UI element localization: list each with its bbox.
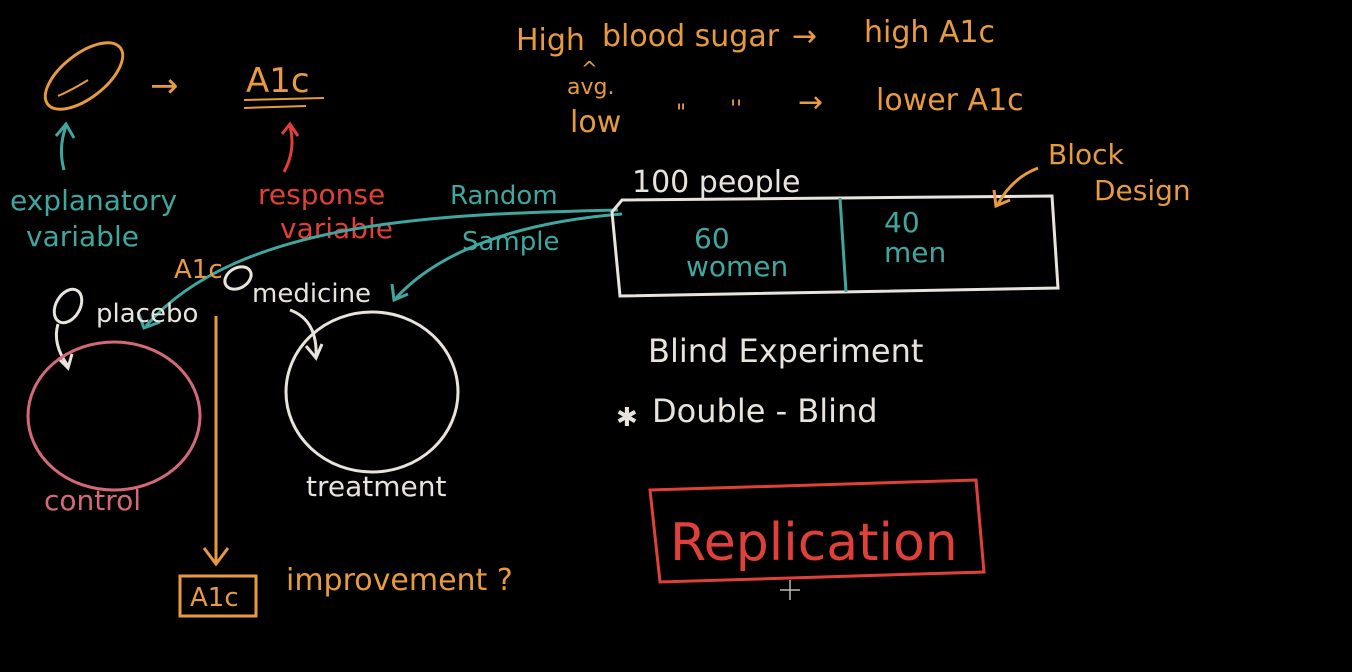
top-notes: High ^ blood sugar → high A1c avg. low "… [516, 15, 1024, 140]
explanatory-label-line2: variable [26, 220, 139, 253]
block-label-line1: Block [1048, 138, 1125, 171]
note-blood-sugar: blood sugar [602, 19, 780, 54]
control-label: control [44, 484, 141, 517]
random-label: Random [450, 181, 558, 211]
replication-label: Replication [670, 513, 958, 573]
a1c-top-label: A1c [174, 255, 223, 285]
double-blind-star: ✱ [616, 403, 638, 433]
experiment-diagram: A1c placebo medicine control treatment A… [26, 255, 513, 618]
cursor-crosshair-icon [780, 580, 800, 600]
blind-experiment-label: Blind Experiment [648, 332, 923, 370]
treatment-label: treatment [306, 470, 446, 503]
block-box [610, 194, 1060, 298]
double-blind-label: Double - Blind [652, 392, 878, 430]
response-label-line2: variable [280, 212, 393, 245]
note-low: low [570, 105, 621, 140]
note-arrow-2: → [798, 85, 823, 120]
block-divider [838, 197, 848, 293]
medicine-label: medicine [252, 279, 371, 309]
block-label-line2: Design [1094, 174, 1191, 207]
block-design: 100 people 60 women 40 men Block Design [610, 138, 1191, 298]
pill-icon [43, 41, 125, 111]
a1c-bottom-label: A1c [190, 583, 239, 613]
people-label: 100 people [632, 165, 801, 200]
explanatory-arrow [54, 121, 76, 171]
note-high-a1c: high A1c [864, 15, 995, 50]
women-label: women [686, 250, 788, 283]
response-underline-2 [243, 105, 307, 109]
blind-notes: Blind Experiment ✱ Double - Blind [616, 332, 923, 433]
note-ditto-1: " [676, 101, 686, 126]
men-label: men [884, 236, 946, 269]
placebo-label: placebo [96, 299, 198, 329]
blackboard-canvas: High ^ blood sugar → high A1c avg. low "… [0, 0, 1352, 672]
note-high: High [516, 23, 585, 58]
measure-arrow [202, 316, 230, 567]
variables-diagram: → A1c explanatory variable response vari… [10, 41, 393, 253]
medicine-pointer [289, 308, 324, 361]
men-count: 40 [884, 206, 920, 239]
note-ditto-2: '' [730, 97, 742, 122]
block-arrow [992, 166, 1039, 209]
treatment-group-circle [284, 310, 460, 474]
improvement-label: improvement ? [286, 563, 513, 598]
explanatory-label-line1: explanatory [10, 184, 177, 217]
response-symbol: A1c [246, 61, 310, 101]
replication-box: Replication [648, 478, 986, 584]
response-label-line1: response [258, 178, 385, 211]
note-lower-a1c: lower A1c [876, 83, 1024, 118]
control-group-circle [26, 340, 202, 492]
variables-arrow: → [150, 66, 179, 106]
placebo-pointer [54, 323, 74, 371]
sample-label: Sample [462, 227, 560, 257]
pill-icon-medicine [52, 287, 84, 325]
response-arrow [280, 121, 300, 173]
note-arrow-1: → [792, 19, 817, 54]
note-avg: avg. [567, 75, 614, 100]
